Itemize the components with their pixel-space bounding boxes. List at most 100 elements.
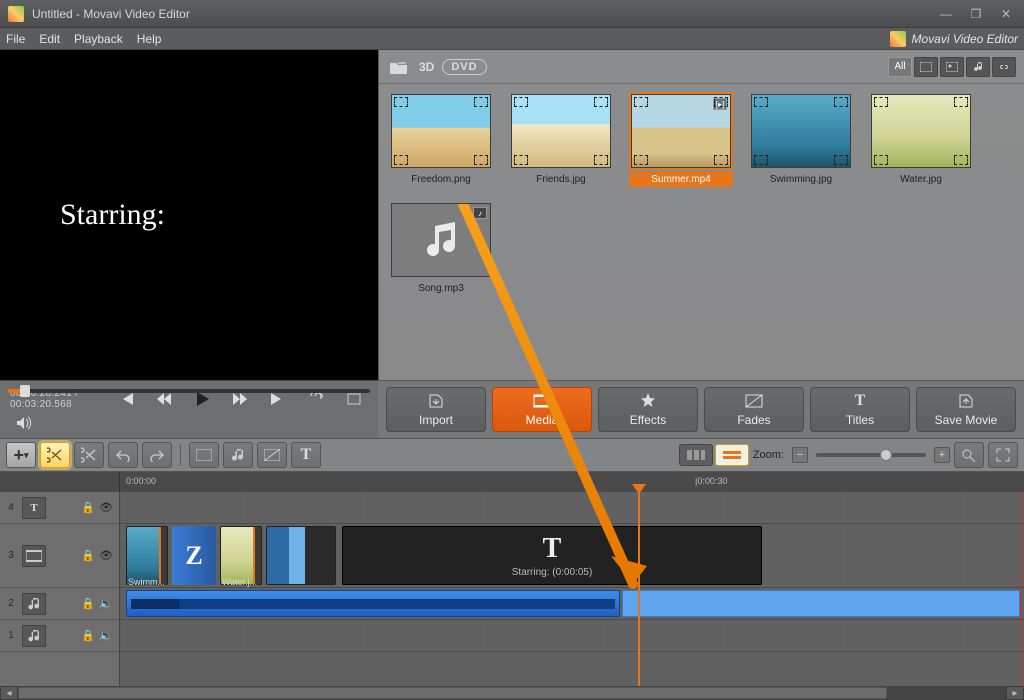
menu-edit[interactable]: Edit	[39, 32, 60, 46]
zoom-control: Zoom: − +	[753, 447, 950, 463]
media-item-selected[interactable]: [▸] Summer.mp4	[629, 94, 733, 187]
scroll-thumb[interactable]	[18, 687, 887, 699]
track-3-video[interactable]: Swimm... Z Water.j... T Starring: (0:00:…	[120, 524, 1024, 588]
audio-badge-icon: ♪	[473, 207, 487, 219]
media-item[interactable]: Friends.jpg	[509, 94, 613, 187]
brand-logo-icon	[890, 31, 906, 47]
media-thumb	[511, 94, 611, 168]
mute-icon[interactable]: 🔈	[99, 597, 113, 611]
tab-fades[interactable]: Fades	[704, 387, 804, 432]
menu-file[interactable]: File	[6, 32, 25, 46]
storyboard-view-button[interactable]	[679, 444, 713, 466]
zoom-slider[interactable]	[816, 453, 926, 457]
track-area[interactable]: Swimm... Z Water.j... T Starring: (0:00:…	[120, 492, 1024, 686]
media-icon	[533, 392, 551, 410]
tab-titles[interactable]: T Titles	[810, 387, 910, 432]
playhead[interactable]	[638, 492, 640, 686]
brand-label: Movavi Video Editor	[890, 31, 1019, 47]
media-thumb: ♪	[391, 203, 491, 277]
minimize-button[interactable]: —	[932, 5, 960, 23]
view-link-button[interactable]	[992, 57, 1016, 77]
track-1-audio[interactable]	[120, 620, 1024, 652]
menu-help[interactable]: Help	[137, 32, 162, 46]
media-label: Freedom.png	[389, 172, 493, 187]
insert-image-button[interactable]	[189, 442, 219, 468]
track-head-3[interactable]: 3 🔒👁	[0, 524, 119, 588]
expand-button[interactable]	[988, 442, 1018, 468]
scroll-left-button[interactable]: ◂	[0, 686, 18, 700]
track-head-4[interactable]: 4 T 🔒👁	[0, 492, 119, 524]
ruler-tick: 0:00:00	[126, 476, 156, 486]
redo-button[interactable]	[142, 442, 172, 468]
time-ruler[interactable]: 0:00:00 |0:00:30	[0, 472, 1024, 492]
lock-icon[interactable]: 🔒	[81, 597, 95, 611]
add-track-button[interactable]: +▾	[6, 442, 36, 468]
volume-button[interactable]	[10, 412, 38, 434]
media-item[interactable]: Water.jpg	[869, 94, 973, 187]
audio-track-icon	[22, 625, 46, 647]
undo-button[interactable]	[108, 442, 138, 468]
menu-playback[interactable]: Playback	[74, 32, 123, 46]
track-head-2[interactable]: 2 🔒🔈	[0, 588, 119, 620]
clip-title[interactable]: T Starring: (0:00:05)	[342, 526, 762, 585]
clip-audio-song-a[interactable]	[126, 590, 620, 617]
view-image-button[interactable]	[940, 57, 964, 77]
seek-knob[interactable]	[20, 385, 30, 397]
dvd-button[interactable]: DVD	[442, 59, 486, 75]
maximize-button[interactable]: ❐	[962, 5, 990, 23]
zoom-fit-button[interactable]	[954, 442, 984, 468]
upper-panels: Starring: 3D DVD All	[0, 50, 1024, 380]
preview-overlay-text: Starring:	[60, 198, 165, 232]
track-2-audio[interactable]	[120, 588, 1024, 620]
clip-video-summer[interactable]	[266, 526, 336, 585]
end-marker	[1020, 492, 1022, 686]
open-folder-button[interactable]	[387, 57, 411, 77]
clip-transition[interactable]: Z	[172, 526, 216, 585]
insert-title-button[interactable]: T	[291, 442, 321, 468]
track-head-1[interactable]: 1 🔒🔈	[0, 620, 119, 652]
zoom-knob[interactable]	[880, 449, 892, 461]
zoom-in-button[interactable]: +	[934, 447, 950, 463]
tab-import[interactable]: Import	[386, 387, 486, 432]
transport-panel: 00:00:28.241 / 00:03:20.568	[0, 380, 378, 438]
scroll-right-button[interactable]: ▸	[1006, 686, 1024, 700]
media-thumb	[751, 94, 851, 168]
fades-icon	[745, 392, 763, 410]
tab-media[interactable]: Media	[492, 387, 592, 432]
eye-icon[interactable]: 👁	[99, 501, 113, 515]
view-all-button[interactable]: All	[888, 57, 912, 77]
seek-bar[interactable]	[0, 381, 378, 388]
cut-button[interactable]	[74, 442, 104, 468]
view-audio-button[interactable]	[966, 57, 990, 77]
insert-fade-button[interactable]	[257, 442, 287, 468]
mute-icon[interactable]: 🔈	[99, 629, 113, 643]
media-thumb	[871, 94, 971, 168]
timeline-scrollbar[interactable]: ◂ ▸	[0, 686, 1024, 700]
tab-effects[interactable]: Effects	[598, 387, 698, 432]
app-logo-icon	[8, 6, 24, 22]
media-item[interactable]: Freedom.png	[389, 94, 493, 187]
media-item-audio[interactable]: ♪ Song.mp3	[389, 203, 493, 296]
three-d-toggle[interactable]: 3D	[419, 60, 434, 74]
title-bar[interactable]: Untitled - Movavi Video Editor — ❐ ✕	[0, 0, 1024, 28]
media-grid[interactable]: Freedom.png Friends.jpg [▸] Summer.mp4	[379, 84, 1024, 380]
preview-video[interactable]: Starring:	[0, 50, 378, 380]
timeline-view-button[interactable]	[715, 444, 749, 466]
eye-icon[interactable]: 👁	[99, 549, 113, 563]
timeline: 0:00:00 |0:00:30 4 T 🔒👁 3 🔒👁 2 🔒🔈 1	[0, 472, 1024, 700]
zoom-out-button[interactable]: −	[792, 447, 808, 463]
split-button[interactable]	[40, 442, 70, 468]
lock-icon[interactable]: 🔒	[81, 501, 95, 515]
clip-audio-song-b[interactable]	[622, 590, 1020, 617]
tab-save-movie[interactable]: Save Movie	[916, 387, 1016, 432]
view-toggle-group: All	[888, 57, 1016, 77]
media-item[interactable]: Swimming.jpg	[749, 94, 853, 187]
close-button[interactable]: ✕	[992, 5, 1020, 23]
effects-icon	[640, 392, 656, 410]
insert-audio-button[interactable]	[223, 442, 253, 468]
title-track-icon: T	[22, 497, 46, 519]
lock-icon[interactable]: 🔒	[81, 629, 95, 643]
lock-icon[interactable]: 🔒	[81, 549, 95, 563]
view-video-button[interactable]	[914, 57, 938, 77]
track-4-titles[interactable]	[120, 492, 1024, 524]
